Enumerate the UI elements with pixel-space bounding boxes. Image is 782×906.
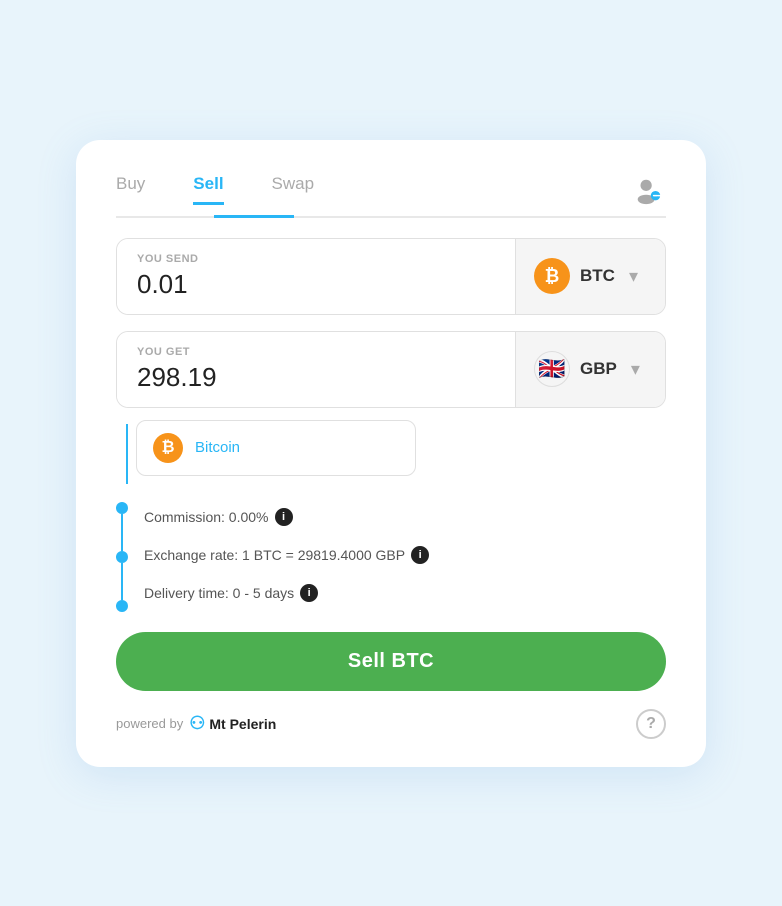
get-left: YOU GET 298.19 xyxy=(117,332,515,407)
commission-text: Commission: 0.00% xyxy=(144,509,269,525)
footer: powered by ⚇ Mt Pelerin ? xyxy=(116,709,666,739)
send-value[interactable]: 0.01 xyxy=(137,269,495,300)
timeline-dot-3 xyxy=(116,600,128,612)
profile-icon xyxy=(633,175,663,205)
tab-underline-container xyxy=(116,216,666,218)
send-row: YOU SEND 0.01 ₿ BTC ▾ xyxy=(116,238,666,315)
powered-by: powered by ⚇ Mt Pelerin xyxy=(116,713,276,734)
timeline-line-2 xyxy=(121,563,123,600)
timeline-dot-1 xyxy=(116,502,128,514)
pelerin-icon: ⚇ xyxy=(189,713,205,734)
get-currency-selector[interactable]: 🇬🇧 GBP ▾ xyxy=(515,332,665,407)
tab-sell[interactable]: Sell xyxy=(193,174,223,205)
get-value: 298.19 xyxy=(137,362,495,393)
main-card: Buy Sell Swap YOU SEND 0.01 ₿ BTC ▾ xyxy=(76,140,706,767)
tab-line-active xyxy=(214,215,294,218)
timeline-dot-2 xyxy=(116,551,128,563)
bitcoin-option-label: Bitcoin xyxy=(195,439,240,456)
delivery-time-info-icon[interactable]: i xyxy=(300,584,318,602)
help-button[interactable]: ? xyxy=(636,709,666,739)
powered-by-text: powered by xyxy=(116,716,183,731)
get-currency-label: GBP xyxy=(580,359,617,379)
timeline-line-1 xyxy=(121,514,123,551)
exchange-rate-text: Exchange rate: 1 BTC = 29819.4000 GBP xyxy=(144,547,405,563)
mt-pelerin-logo: ⚇ Mt Pelerin xyxy=(189,713,276,734)
send-label: YOU SEND xyxy=(137,253,495,265)
send-chevron-icon: ▾ xyxy=(629,266,638,287)
btc-icon: ₿ xyxy=(534,258,570,294)
left-border-accent xyxy=(120,424,128,484)
gbp-flag-icon: 🇬🇧 xyxy=(534,351,570,387)
get-chevron-icon: ▾ xyxy=(631,359,640,380)
delivery-time-row: Delivery time: 0 - 5 days i xyxy=(144,574,666,612)
get-label: YOU GET xyxy=(137,346,495,358)
brand-name: Mt Pelerin xyxy=(209,716,276,732)
send-currency-label: BTC xyxy=(580,266,615,286)
send-left: YOU SEND 0.01 xyxy=(117,239,515,314)
profile-button[interactable] xyxy=(630,172,666,208)
delivery-time-text: Delivery time: 0 - 5 days xyxy=(144,585,294,601)
get-row: YOU GET 298.19 🇬🇧 GBP ▾ xyxy=(116,331,666,408)
tab-line-full xyxy=(116,216,666,218)
commission-info-icon[interactable]: i xyxy=(275,508,293,526)
tab-swap[interactable]: Swap xyxy=(272,174,315,205)
sell-button[interactable]: Sell BTC xyxy=(116,632,666,691)
tabs: Buy Sell Swap xyxy=(116,174,630,205)
send-currency-selector[interactable]: ₿ BTC ▾ xyxy=(515,239,665,314)
tab-buy[interactable]: Buy xyxy=(116,174,145,205)
dropdown-area: ₿ Bitcoin xyxy=(116,424,666,484)
info-rows: Commission: 0.00% i Exchange rate: 1 BTC… xyxy=(144,498,666,612)
info-section: Commission: 0.00% i Exchange rate: 1 BTC… xyxy=(116,498,666,612)
exchange-rate-row: Exchange rate: 1 BTC = 29819.4000 GBP i xyxy=(144,536,666,574)
bitcoin-dropdown[interactable]: ₿ Bitcoin xyxy=(136,420,416,476)
exchange-rate-info-icon[interactable]: i xyxy=(411,546,429,564)
top-bar: Buy Sell Swap xyxy=(116,172,666,208)
commission-row: Commission: 0.00% i xyxy=(144,498,666,536)
timeline xyxy=(116,498,128,612)
bitcoin-option-icon: ₿ xyxy=(153,433,183,463)
